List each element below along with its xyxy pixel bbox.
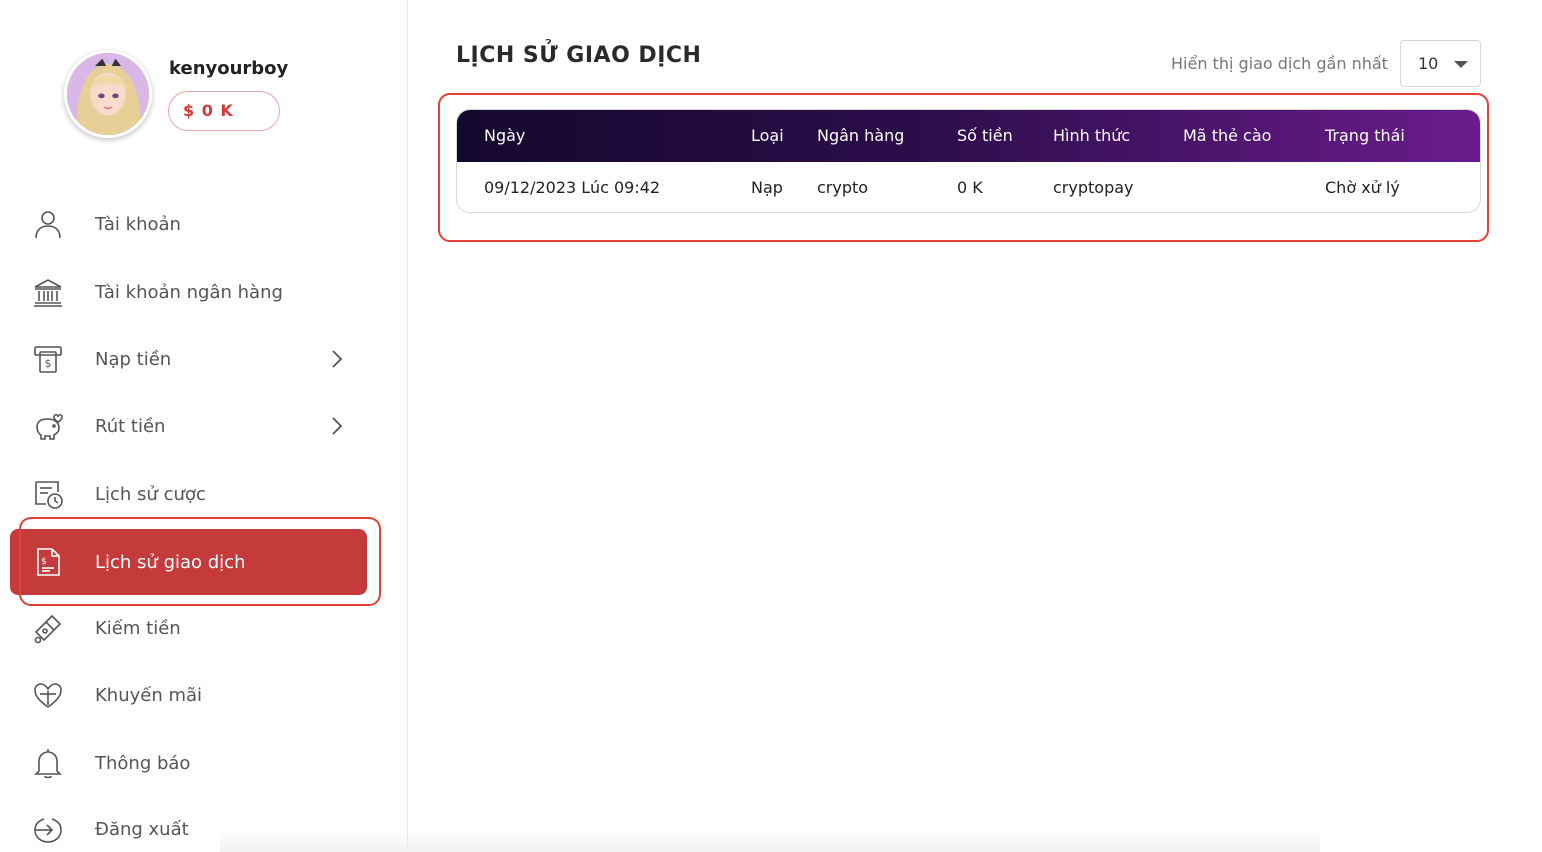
user-icon — [32, 208, 64, 240]
svg-text:$: $ — [45, 357, 52, 370]
username: kenyourboy — [169, 58, 289, 79]
bell-icon — [32, 747, 64, 779]
sidebar-item-label: Khuyến mãi — [95, 684, 203, 706]
cell-date: 09/12/2023 Lúc 09:42 — [484, 178, 661, 197]
earn-money-icon — [32, 612, 64, 644]
column-header-bank[interactable]: Ngân hàng — [817, 110, 904, 162]
transaction-table: Ngày Loại Ngân hàng Số tiền Hình thức Mã… — [456, 109, 1481, 213]
table-header: Ngày Loại Ngân hàng Số tiền Hình thức Mã… — [457, 110, 1480, 162]
sidebar-item-bet-history[interactable]: Lịch sử cược — [10, 461, 367, 527]
column-header-card-code[interactable]: Mã thẻ cào — [1183, 110, 1271, 162]
page: kenyourboy $ 0 K Tài khoản Tài khoản ngâ… — [0, 0, 1542, 852]
bet-history-icon — [32, 478, 64, 510]
column-header-amount[interactable]: Số tiền — [957, 110, 1013, 162]
page-title: LỊCH SỬ GIAO DỊCH — [456, 43, 702, 68]
sidebar-item-label: Kiếm tiền — [95, 617, 181, 639]
transaction-history-icon: $ — [32, 546, 64, 578]
sidebar-item-label: Đăng xuất — [95, 818, 189, 840]
chevron-right-icon — [332, 350, 343, 368]
sidebar-item-label: Tài khoản — [95, 213, 181, 235]
show-count-label: Hiển thị giao dịch gần nhất — [1171, 54, 1388, 73]
chevron-right-icon — [332, 417, 343, 435]
sidebar-item-transaction-history[interactable]: $ Lịch sử giao dịch — [10, 529, 367, 595]
sidebar-item-earn-money[interactable]: Kiếm tiền — [10, 595, 367, 661]
sidebar-item-deposit[interactable]: $ Nạp tiền — [10, 326, 367, 392]
sidebar-item-label: Rút tiền — [95, 415, 166, 437]
cell-type: Nạp — [751, 178, 783, 197]
show-count-select[interactable]: 10 — [1400, 40, 1481, 87]
column-header-method[interactable]: Hình thức — [1053, 110, 1130, 162]
sidebar-item-label: Thông báo — [95, 752, 191, 774]
sidebar-item-bank-account[interactable]: Tài khoản ngân hàng — [10, 259, 367, 325]
sidebar-item-label: Tài khoản ngân hàng — [95, 281, 283, 303]
sidebar: kenyourboy $ 0 K Tài khoản Tài khoản ngâ… — [0, 0, 408, 852]
sidebar-item-promotion[interactable]: Khuyến mãi — [10, 662, 367, 728]
cell-status: Chờ xử lý — [1325, 178, 1400, 197]
sidebar-item-label: Lịch sử giao dịch — [95, 551, 246, 573]
piggy-bank-icon — [32, 410, 64, 442]
sidebar-item-label: Nạp tiền — [95, 348, 172, 370]
atm-deposit-icon: $ — [32, 343, 64, 375]
sidebar-item-logout[interactable]: Đăng xuất — [10, 796, 367, 852]
sidebar-item-account[interactable]: Tài khoản — [10, 191, 367, 257]
column-header-type[interactable]: Loại — [751, 110, 784, 162]
avatar[interactable] — [64, 50, 152, 138]
cell-amount: 0 K — [957, 178, 983, 197]
column-header-date[interactable]: Ngày — [484, 110, 525, 162]
sidebar-item-withdraw[interactable]: Rút tiền — [10, 393, 367, 459]
bank-icon — [32, 276, 64, 308]
caret-down-icon — [1454, 61, 1468, 68]
table-row[interactable]: 09/12/2023 Lúc 09:42 Nạp crypto 0 K cryp… — [457, 162, 1480, 212]
balance-badge: $ 0 K — [168, 91, 280, 131]
sidebar-item-label: Lịch sử cược — [95, 483, 206, 505]
sidebar-item-notifications[interactable]: Thông báo — [10, 730, 367, 796]
cell-method: cryptopay — [1053, 178, 1134, 197]
show-count-value: 10 — [1418, 54, 1439, 73]
column-header-status[interactable]: Trạng thái — [1325, 110, 1405, 162]
cell-bank: crypto — [817, 178, 869, 197]
promotion-gift-icon — [32, 679, 64, 711]
svg-text:$: $ — [41, 557, 47, 567]
logout-icon — [32, 813, 64, 845]
